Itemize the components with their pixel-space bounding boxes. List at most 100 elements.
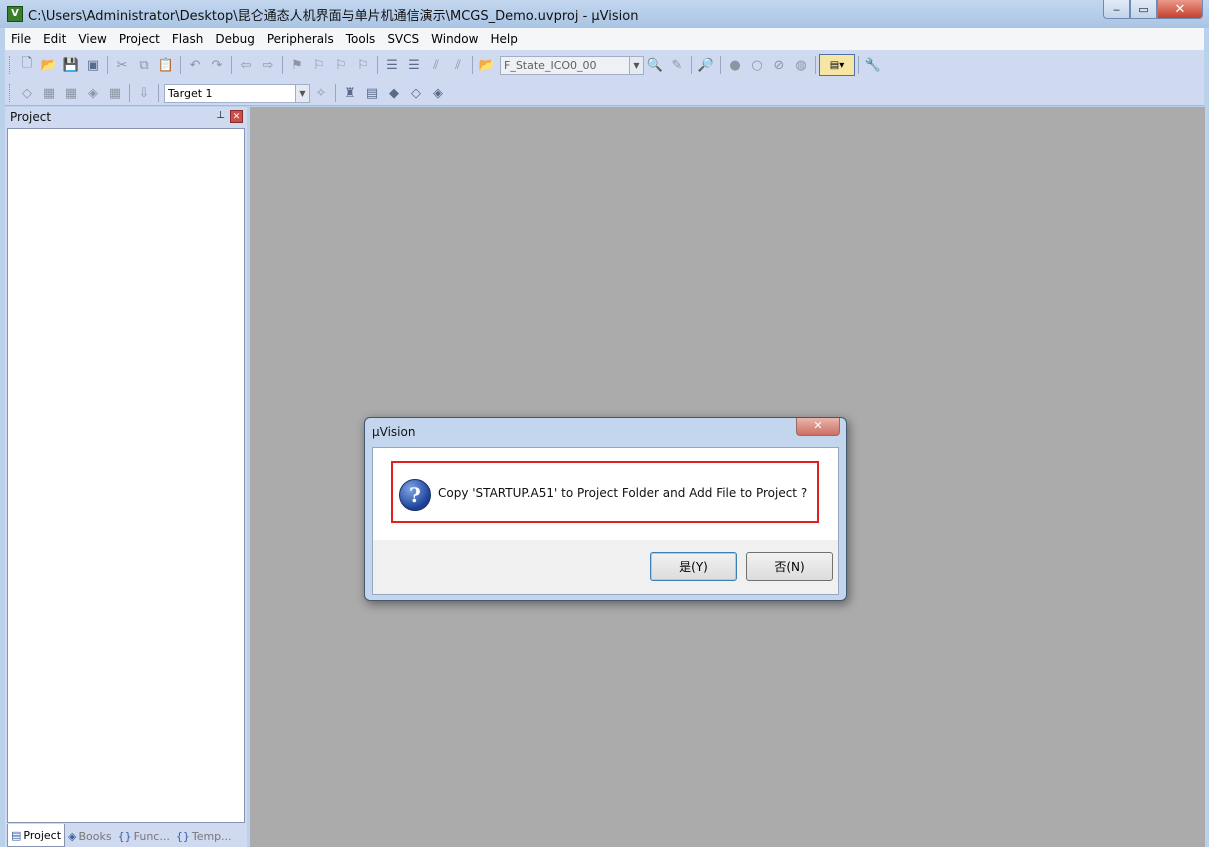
project-tree[interactable] (7, 128, 245, 823)
new-file-icon[interactable]: 🗋 (16, 54, 38, 76)
menu-svcs[interactable]: SVCS (381, 28, 425, 50)
minimize-icon: ‒ (1113, 2, 1120, 16)
menu-window[interactable]: Window (425, 28, 484, 50)
toolbar-separator (129, 84, 130, 102)
copy-icon[interactable]: ⧉ (133, 54, 155, 76)
batch-build-icon[interactable]: ◈ (82, 82, 104, 104)
question-icon: ? (399, 479, 431, 511)
window-title: C:\Users\Administrator\Desktop\昆仑通态人机界面与… (28, 8, 639, 24)
run-time-environment-icon[interactable]: ◈ (427, 82, 449, 104)
bookmark-prev-icon[interactable]: ⚐ (308, 54, 330, 76)
menu-debug[interactable]: Debug (209, 28, 260, 50)
close-button[interactable]: ✕ (1157, 0, 1203, 19)
menu-project[interactable]: Project (113, 28, 166, 50)
navigate-back-icon[interactable]: ⇦ (235, 54, 257, 76)
incremental-find-icon[interactable]: ✎ (666, 54, 688, 76)
find-icon[interactable]: 🔍 (644, 54, 666, 76)
file-extensions-icon[interactable]: ♜ (339, 82, 361, 104)
paste-icon[interactable]: 📋 (155, 54, 177, 76)
menu-edit[interactable]: Edit (37, 28, 72, 50)
toolbar-separator (377, 56, 378, 74)
toolbar-area: 🗋 📂 💾 ▣ ✂ ⧉ 📋 ↶ ↷ ⇦ ⇨ ⚑ ⚐ ⚐ ⚐ ☰ ☰ ⫽ ⫽ 📂 … (5, 50, 1204, 106)
project-pane-tabs: ▤ Project ◈ Books {} Func... {} Temp... (7, 823, 245, 847)
save-all-icon[interactable]: ▣ (82, 54, 104, 76)
navigate-forward-icon[interactable]: ⇨ (257, 54, 279, 76)
translate-icon[interactable]: ◇ (16, 82, 38, 104)
breakpoint-insert-icon[interactable]: ● (724, 54, 746, 76)
toolbar-separator (231, 56, 232, 74)
copy-startup-dialog: µVision ✕ ? Copy 'STARTUP.A51' to Projec… (364, 417, 847, 601)
menu-bar: File Edit View Project Flash Debug Perip… (5, 28, 1204, 50)
tab-label: Temp... (191, 830, 232, 843)
uncomment-icon[interactable]: ⫽ (447, 54, 469, 76)
project-pane: Project ⊥ ✕ ▤ Project ◈ Books {} Func...… (5, 107, 247, 847)
target-select-value: Target 1 (168, 86, 213, 100)
chevron-down-icon[interactable]: ▼ (295, 84, 309, 102)
project-pane-title: Project (10, 110, 52, 124)
maximize-icon: ▭ (1138, 2, 1149, 16)
find-in-files-icon[interactable]: 📂 (476, 54, 498, 76)
toolbar-separator (335, 84, 336, 102)
menu-tools[interactable]: Tools (340, 28, 382, 50)
breakpoint-kill-icon[interactable]: ◍ (790, 54, 812, 76)
tab-books[interactable]: ◈ Books (65, 826, 115, 847)
no-button[interactable]: 否(N) (746, 552, 833, 581)
pack-installer-icon[interactable]: ◇ (405, 82, 427, 104)
breakpoint-disable-icon[interactable]: ⊘ (768, 54, 790, 76)
debug-session-icon[interactable]: 🔎 (695, 54, 717, 76)
dialog-close-button[interactable]: ✕ (796, 418, 840, 436)
bookmark-clear-icon[interactable]: ⚐ (352, 54, 374, 76)
target-options-icon[interactable]: ✧ (310, 82, 332, 104)
dialog-message: Copy 'STARTUP.A51' to Project Folder and… (438, 486, 808, 500)
toolbar-separator (180, 56, 181, 74)
tab-label: Books (78, 830, 112, 843)
undo-icon[interactable]: ↶ (184, 54, 206, 76)
toolbar-separator (282, 56, 283, 74)
menu-file[interactable]: File (5, 28, 37, 50)
toolbar-grip[interactable] (9, 56, 12, 74)
cut-icon[interactable]: ✂ (111, 54, 133, 76)
save-icon[interactable]: 💾 (60, 54, 82, 76)
window-controls: ‒ ▭ ✕ (1103, 0, 1203, 19)
minimize-button[interactable]: ‒ (1103, 0, 1130, 19)
download-load-icon[interactable]: ⇩ (133, 82, 155, 104)
toolbar-separator (472, 56, 473, 74)
unindent-icon[interactable]: ☰ (403, 54, 425, 76)
toolbar-separator (815, 56, 816, 74)
yes-button[interactable]: 是(Y) (650, 552, 737, 581)
configure-icon[interactable]: 🔧 (862, 54, 884, 76)
dialog-title: µVision (372, 425, 416, 439)
tab-project[interactable]: ▤ Project (7, 824, 66, 847)
bookmark-next-icon[interactable]: ⚐ (330, 54, 352, 76)
project-tab-icon: ▤ (11, 828, 22, 842)
books-tab-icon: ◈ (68, 830, 77, 843)
pin-icon[interactable]: ⊥ (216, 110, 225, 121)
menu-peripherals[interactable]: Peripherals (261, 28, 340, 50)
select-packs-icon[interactable]: ◆ (383, 82, 405, 104)
menu-help[interactable]: Help (484, 28, 523, 50)
bookmark-toggle-icon[interactable]: ⚑ (286, 54, 308, 76)
maximize-button[interactable]: ▭ (1130, 0, 1157, 19)
target-select[interactable]: Target 1 ▼ (164, 83, 310, 103)
find-combo[interactable]: F_State_ICO0_00 ▼ (500, 55, 644, 75)
indent-icon[interactable]: ☰ (381, 54, 403, 76)
rebuild-icon[interactable]: ▦ (60, 82, 82, 104)
menu-view[interactable]: View (72, 28, 112, 50)
stop-build-icon[interactable]: ▦ (104, 82, 126, 104)
chevron-down-icon[interactable]: ▼ (629, 56, 643, 74)
tab-functions[interactable]: {} Func... (115, 826, 173, 847)
menu-flash[interactable]: Flash (166, 28, 209, 50)
toolbar-separator (858, 56, 859, 74)
manage-components-icon[interactable]: ▤ (361, 82, 383, 104)
tab-templates[interactable]: {} Temp... (173, 826, 235, 847)
build-icon[interactable]: ▦ (38, 82, 60, 104)
toolbar-separator (158, 84, 159, 102)
open-folder-icon[interactable]: 📂 (38, 54, 60, 76)
close-icon[interactable]: ✕ (230, 110, 243, 123)
toolbar-grip[interactable] (9, 84, 12, 102)
comment-icon[interactable]: ⫽ (425, 54, 447, 76)
window-layout-button[interactable]: ▤▾ (819, 54, 855, 76)
breakpoint-enable-icon[interactable]: ○ (746, 54, 768, 76)
toolbar-separator (720, 56, 721, 74)
redo-icon[interactable]: ↷ (206, 54, 228, 76)
